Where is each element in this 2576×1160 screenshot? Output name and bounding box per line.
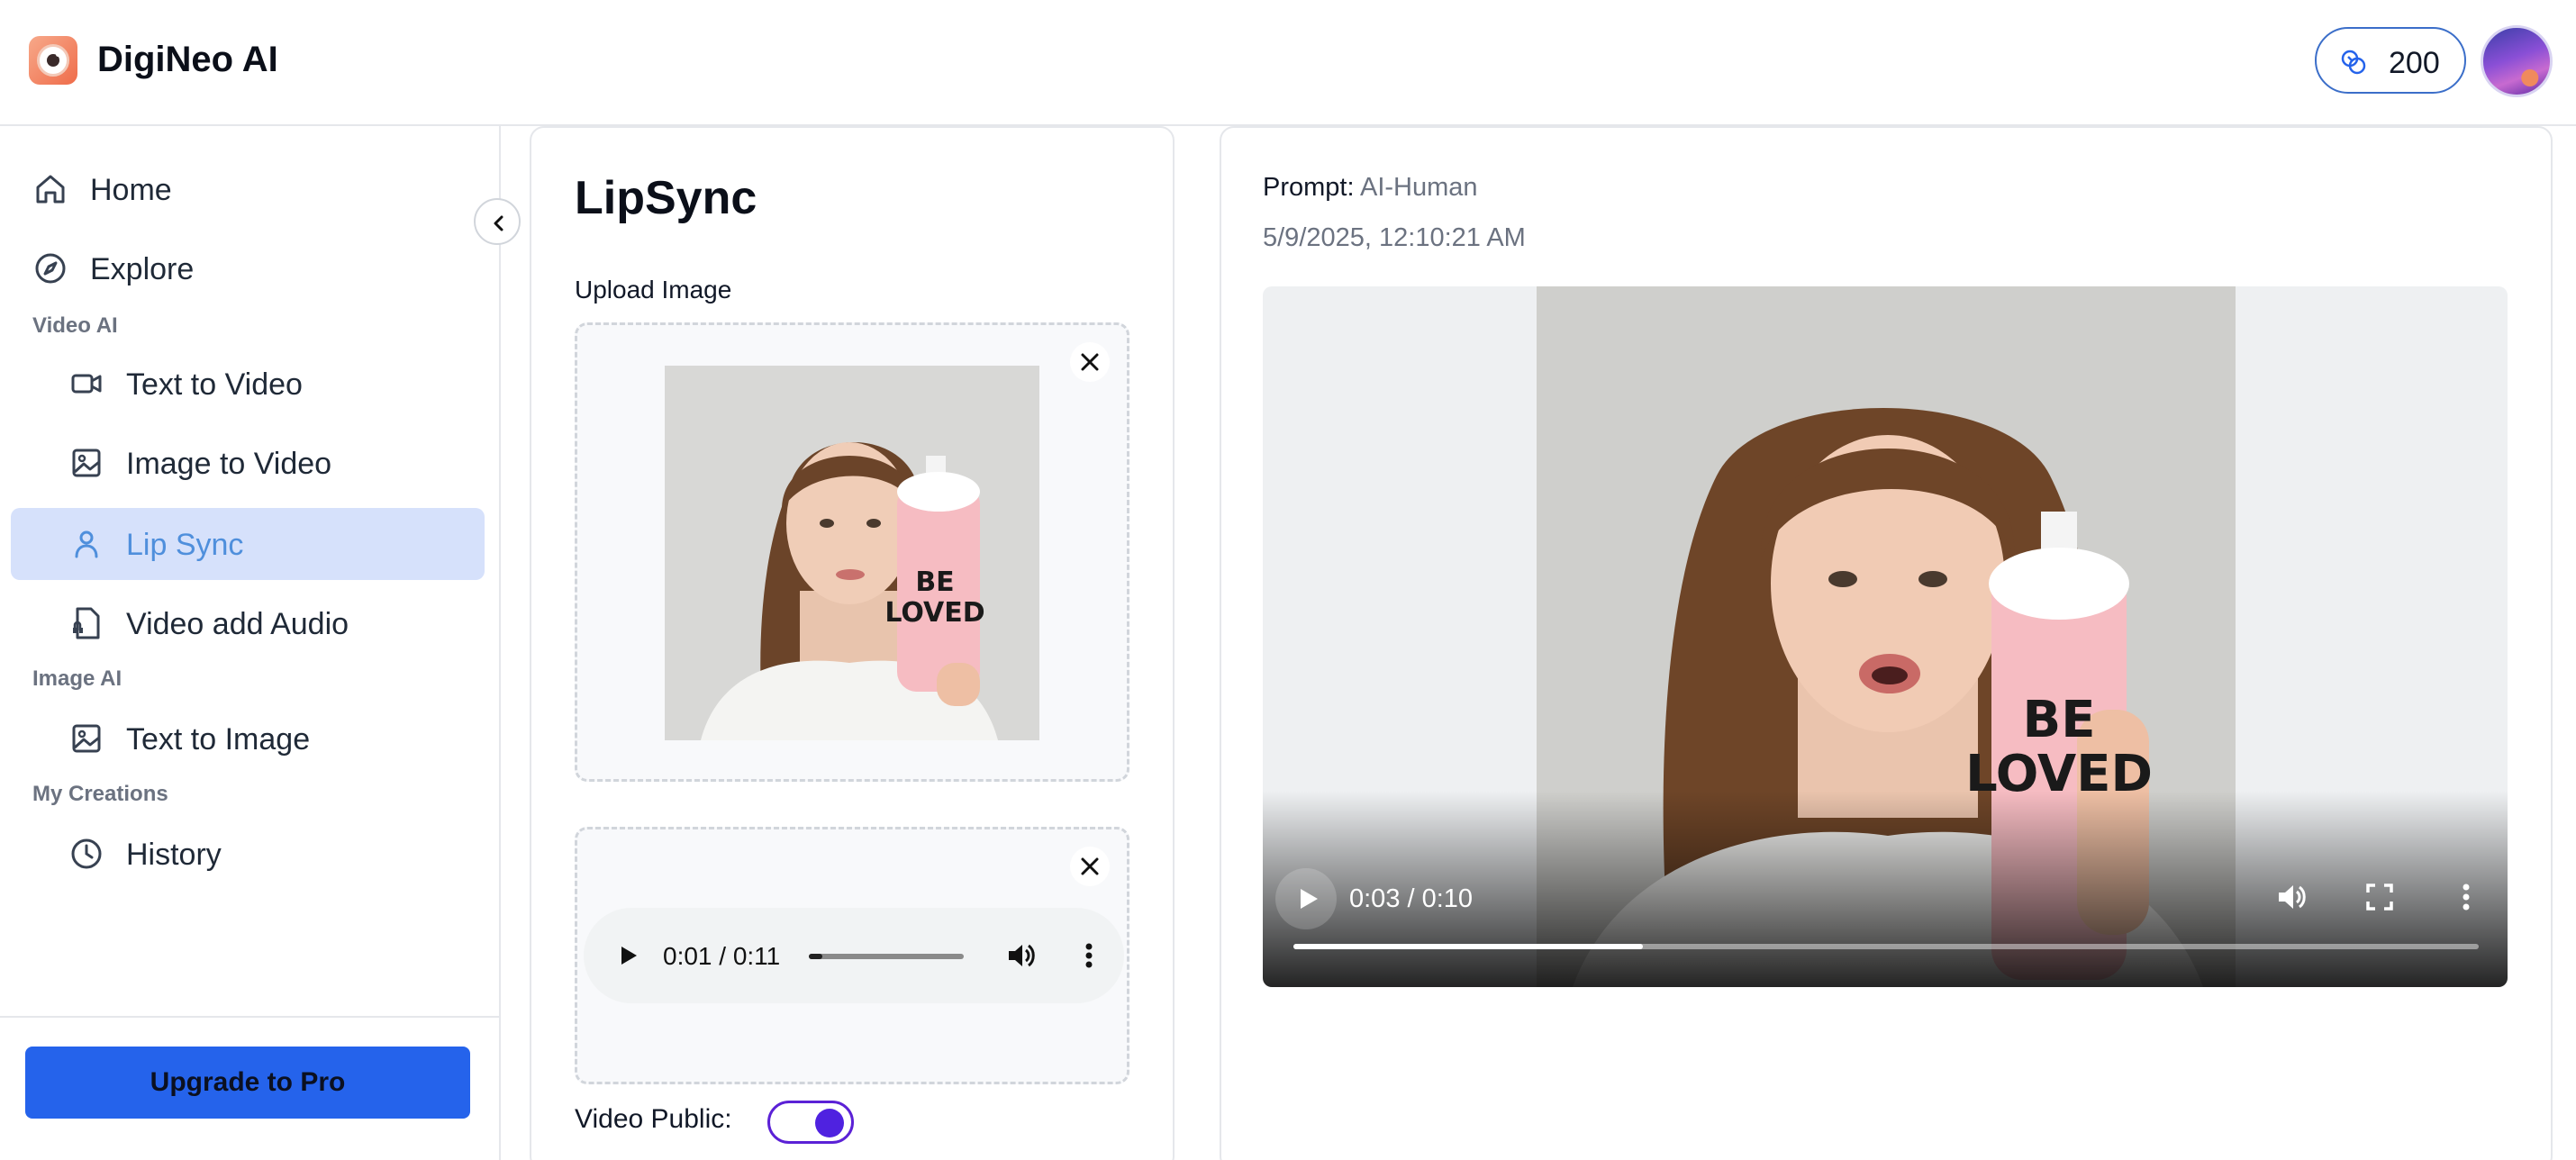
section-video-ai: Video AI — [32, 313, 118, 338]
video-player[interactable]: BE LOVED 0:03 / 0:10 — [1263, 286, 2508, 987]
prompt-key: Prompt: — [1263, 173, 1355, 202]
bottle-label-text: BE — [915, 566, 954, 598]
audio-play-button[interactable] — [614, 942, 641, 969]
collapse-sidebar-button[interactable] — [474, 198, 521, 245]
sidebar-item-image-to-video[interactable]: Image to Video — [11, 427, 485, 499]
sidebar-item-label: Home — [90, 173, 172, 207]
sidebar: Home Explore Video AI Text to Video Imag… — [0, 126, 501, 1160]
chevron-left-icon — [494, 215, 503, 231]
video-play-button[interactable] — [1275, 868, 1337, 929]
home-icon — [36, 175, 65, 204]
audio-file-icon — [73, 607, 100, 639]
prompt-value: AI-Human — [1360, 173, 1478, 202]
compass-icon — [35, 253, 66, 284]
close-icon — [1081, 353, 1099, 371]
clock-icon — [71, 838, 102, 869]
user-avatar[interactable] — [2481, 25, 2553, 97]
image-icon — [72, 449, 101, 477]
image-icon — [72, 724, 101, 753]
video-time: 0:03 / 0:10 — [1349, 884, 1474, 913]
user-icon — [75, 530, 98, 558]
video-public-toggle[interactable] — [767, 1101, 854, 1144]
sidebar-item-history[interactable]: History — [11, 818, 485, 890]
sidebar-item-label: History — [126, 838, 222, 872]
sidebar-item-label: Video add Audio — [126, 607, 349, 641]
sidebar-item-label: Lip Sync — [126, 528, 244, 562]
sidebar-item-label: Text to Image — [126, 722, 311, 757]
credits-count: 200 — [2389, 46, 2440, 80]
video-seek-bar[interactable] — [1293, 944, 2479, 949]
audio-seek-bar[interactable] — [809, 954, 964, 959]
coins-icon — [2341, 50, 2366, 75]
sidebar-item-home[interactable]: Home — [11, 153, 485, 225]
remove-image-button[interactable] — [1070, 342, 1110, 382]
audio-progress-fill — [809, 954, 823, 959]
play-icon — [1301, 889, 1318, 909]
camera-eye-icon — [37, 44, 69, 77]
brand-name[interactable]: DigiNeo AI — [97, 40, 278, 80]
sidebar-item-label: Explore — [90, 252, 195, 286]
video-camera-icon — [71, 374, 102, 394]
prompt-line: Prompt: AI-Human — [1263, 173, 1478, 203]
section-my-creations: My Creations — [32, 782, 168, 806]
upgrade-to-pro-button[interactable]: Upgrade to Pro — [25, 1047, 470, 1119]
audio-time: 0:01 / 0:11 — [663, 942, 781, 970]
video-progress-fill — [1293, 944, 1644, 949]
page-title: LipSync — [575, 172, 757, 224]
sidebar-item-video-add-audio[interactable]: Video add Audio — [11, 587, 485, 659]
more-options-icon[interactable] — [1074, 940, 1104, 971]
section-image-ai: Image AI — [32, 666, 122, 691]
toggle-knob — [815, 1109, 844, 1137]
video-volume-icon[interactable] — [2275, 881, 2308, 913]
close-icon — [1081, 857, 1099, 875]
created-date: 5/9/2025, 12:10:21 AM — [1263, 223, 1526, 252]
uploaded-image-thumbnail: BE LOVED — [665, 366, 1039, 740]
volume-icon[interactable] — [1005, 940, 1036, 971]
audio-player: 0:01 / 0:11 — [584, 908, 1124, 1003]
sidebar-item-text-to-video[interactable]: Text to Video — [11, 348, 485, 420]
sidebar-item-text-to-image[interactable]: Text to Image — [11, 702, 485, 775]
fullscreen-icon[interactable] — [2363, 881, 2396, 913]
sidebar-item-lip-sync[interactable]: Lip Sync — [11, 508, 485, 580]
bottle-label-text: BE — [2023, 691, 2096, 749]
top-header: DigiNeo AI 200 — [0, 0, 2576, 126]
brand-logo[interactable] — [29, 36, 77, 85]
credits-badge[interactable]: 200 — [2315, 27, 2466, 94]
video-public-label: Video Public: — [575, 1104, 732, 1134]
sidebar-item-explore[interactable]: Explore — [11, 232, 485, 304]
bottle-label-text: LOVED — [884, 597, 984, 629]
remove-audio-button[interactable] — [1070, 847, 1110, 886]
sidebar-divider — [0, 1016, 499, 1018]
sidebar-item-label: Image to Video — [126, 447, 332, 481]
video-more-options-icon[interactable] — [2450, 881, 2482, 913]
sidebar-item-label: Text to Video — [126, 367, 303, 402]
upload-image-label: Upload Image — [575, 276, 732, 304]
